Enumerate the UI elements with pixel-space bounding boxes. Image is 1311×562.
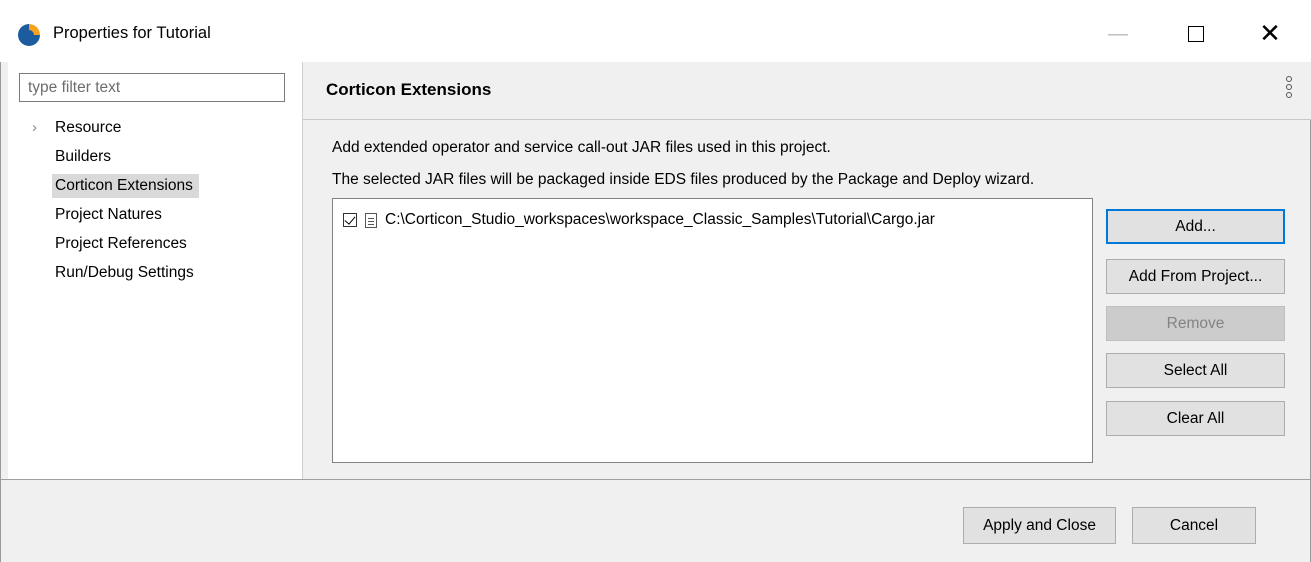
tree-item-label: Builders [55,148,111,165]
tree-item-project-references[interactable]: Project References [30,229,290,258]
jar-checkbox[interactable] [343,213,357,227]
tree-item-corticon-extensions[interactable]: Corticon Extensions [30,171,290,200]
file-icon [365,212,377,228]
more-vertical-icon[interactable] [1285,76,1293,98]
maximize-icon [1188,26,1204,42]
pane-splitter[interactable] [302,62,303,480]
window-border-left [0,62,1,562]
add-from-project-button[interactable]: Add From Project... [1106,259,1285,294]
remove-button[interactable]: Remove [1106,306,1285,341]
category-tree: › Resource Builders Corticon Extensions … [30,113,290,287]
chevron-right-icon[interactable]: › [32,113,37,142]
footer-separator [0,479,1311,480]
apply-and-close-button[interactable]: Apply and Close [963,507,1116,544]
close-icon: ✕ [1259,19,1281,49]
tree-item-resource[interactable]: › Resource [30,113,290,142]
maximize-button[interactable] [1166,12,1226,56]
tree-item-builders[interactable]: Builders [30,142,290,171]
jar-path: C:\Corticon_Studio_workspaces\workspace_… [385,211,935,228]
tree-item-label: Corticon Extensions [52,174,199,198]
tree-item-label: Project References [55,235,187,252]
page-description-2: The selected JAR files will be packaged … [332,171,1035,188]
tree-item-project-natures[interactable]: Project Natures [30,200,290,229]
window-title: Properties for Tutorial [53,24,211,42]
add-button[interactable]: Add... [1106,209,1285,244]
close-button[interactable]: ✕ [1240,12,1300,56]
app-icon [18,24,40,46]
page-title: Corticon Extensions [326,80,492,99]
select-all-button[interactable]: Select All [1106,353,1285,388]
page-header: Corticon Extensions [303,62,1311,120]
page-description-1: Add extended operator and service call-o… [332,139,831,156]
jar-file-list[interactable]: C:\Corticon_Studio_workspaces\workspace_… [332,198,1093,463]
tree-item-label: Run/Debug Settings [55,264,194,281]
minimize-button[interactable]: — [1088,12,1148,56]
cancel-button[interactable]: Cancel [1132,507,1256,544]
minimize-icon: — [1108,22,1128,45]
filter-input[interactable] [19,73,285,102]
tree-item-run-debug-settings[interactable]: Run/Debug Settings [30,258,290,287]
tree-item-label: Project Natures [55,206,162,223]
list-item[interactable]: C:\Corticon_Studio_workspaces\workspace_… [343,209,935,231]
title-bar[interactable]: Properties for Tutorial — ✕ [0,0,1311,62]
clear-all-button[interactable]: Clear All [1106,401,1285,436]
properties-dialog: Properties for Tutorial — ✕ › Resource B… [0,0,1311,562]
tree-item-label: Resource [55,119,122,136]
